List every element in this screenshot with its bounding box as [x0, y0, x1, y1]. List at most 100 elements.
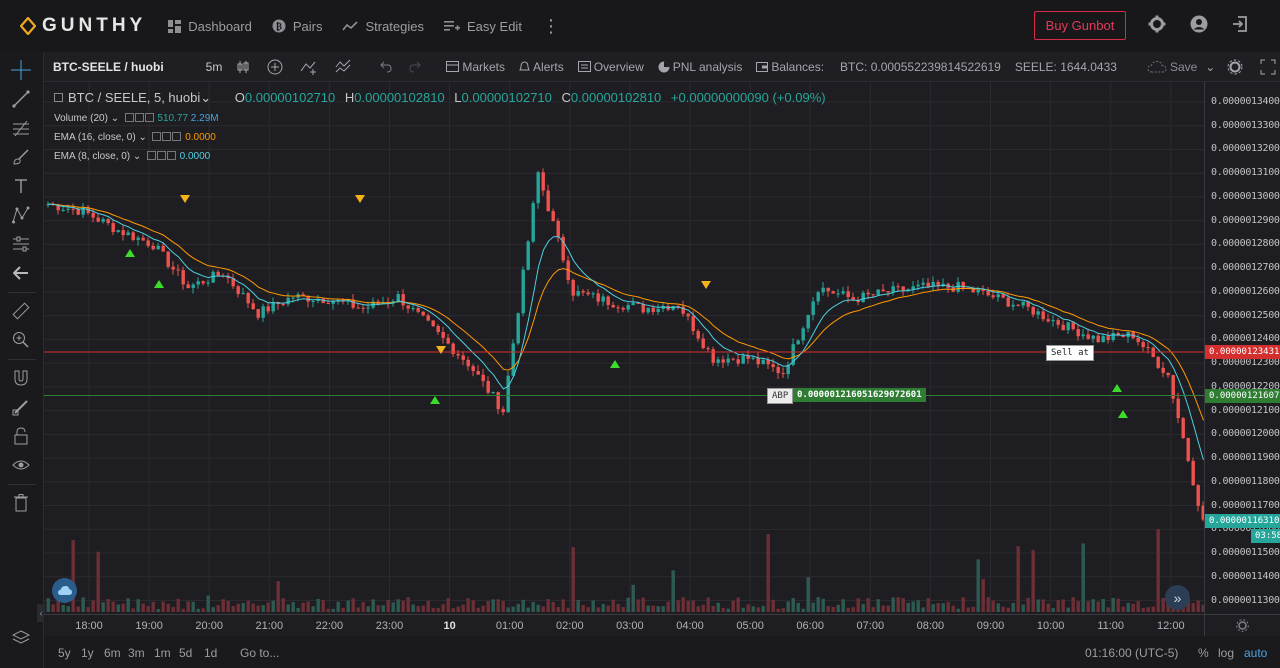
chart-line-icon	[342, 21, 359, 31]
volume-bar	[1116, 598, 1120, 612]
gear-icon	[1236, 619, 1249, 632]
range-1d[interactable]: 1d	[204, 646, 217, 660]
candle-body	[1196, 485, 1200, 506]
candle-body	[626, 305, 630, 310]
stay-drawing-icon[interactable]	[11, 397, 31, 417]
range-5d[interactable]: 5d	[179, 646, 192, 660]
chart-type-icon[interactable]	[236, 60, 253, 74]
nav-dashboard[interactable]: Dashboard	[168, 19, 252, 34]
cloud-sync-button[interactable]	[52, 578, 77, 603]
candlestick-chart[interactable]	[44, 82, 1204, 614]
range-5y[interactable]: 5y	[58, 646, 71, 660]
volume-bar	[946, 601, 950, 612]
pattern-icon[interactable]	[11, 205, 31, 225]
volume-bar	[791, 598, 795, 612]
user-icon[interactable]	[1190, 15, 1208, 33]
candle-body	[671, 305, 675, 310]
layers-icon[interactable]	[11, 628, 31, 648]
overview-button[interactable]: Overview	[577, 60, 644, 74]
magnet-icon[interactable]	[11, 368, 31, 388]
buy-gunbot-button[interactable]: Buy Gunbot	[1034, 11, 1126, 40]
go-to-date-button[interactable]: Go to...	[240, 646, 279, 660]
time-tick-label: 22:00	[315, 620, 344, 632]
candle-body	[521, 269, 525, 314]
range-1y[interactable]: 1y	[81, 646, 94, 660]
candle-body	[926, 282, 930, 287]
more-menu-icon[interactable]: ⋮	[542, 16, 560, 37]
trash-icon[interactable]	[11, 493, 31, 513]
brush-icon[interactable]	[11, 147, 31, 167]
candle-body	[251, 303, 255, 310]
fullscreen-icon[interactable]	[1260, 59, 1279, 75]
scroll-to-realtime-button[interactable]: »	[1165, 585, 1190, 610]
indicator-volume[interactable]: Volume (20) ⌄ 510.77 2.29M	[54, 113, 219, 124]
crosshair-icon[interactable]	[11, 60, 31, 80]
interval-selector[interactable]: 5m	[206, 60, 223, 74]
timezone-clock[interactable]: 01:16:00 (UTC-5)	[1085, 646, 1178, 660]
markets-button[interactable]: Markets	[446, 60, 505, 74]
volume-bar	[191, 601, 195, 612]
prediction-icon[interactable]	[11, 234, 31, 254]
volume-bar	[1066, 607, 1070, 612]
add-indicator-icon[interactable]	[267, 59, 286, 75]
indicator-ema-16[interactable]: EMA (16, close, 0) ⌄ 0.0000	[54, 132, 216, 143]
nav-strategies[interactable]: Strategies	[342, 19, 424, 34]
chart-settings-icon[interactable]	[1227, 59, 1246, 75]
volume-bar	[386, 599, 390, 612]
auto-scale-toggle[interactable]: auto	[1244, 646, 1267, 660]
volume-bar	[121, 603, 125, 612]
candle-body	[991, 295, 995, 298]
candle-body	[471, 366, 475, 372]
range-1m[interactable]: 1m	[154, 646, 171, 660]
volume-bar	[86, 607, 90, 612]
arrow-left-icon[interactable]	[11, 263, 31, 283]
fib-icon[interactable]	[11, 118, 31, 138]
ruler-icon[interactable]	[11, 301, 31, 321]
nav-easy-edit[interactable]: Easy Edit	[444, 19, 522, 34]
axis-settings-button[interactable]	[1204, 614, 1280, 636]
undo-icon[interactable]	[378, 60, 395, 74]
nav-pairs[interactable]: ₿ Pairs	[272, 19, 322, 34]
volume-bar	[751, 606, 755, 612]
save-button[interactable]: Save	[1147, 60, 1197, 74]
indicators-icon[interactable]	[335, 59, 356, 75]
balances-button[interactable]: Balances:	[756, 60, 824, 74]
indicator-ema-8[interactable]: EMA (8, close, 0) ⌄ 0.0000	[54, 151, 210, 162]
volume-bar	[426, 600, 430, 612]
log-toggle[interactable]: log	[1218, 646, 1234, 660]
trend-line-icon[interactable]	[11, 89, 31, 109]
time-axis[interactable]: 18:00 19:00 20:00 21:00 22:00 23:00 10 01:00 02:…	[44, 614, 1204, 636]
gunthy-logo[interactable]: GUNTHY	[20, 15, 146, 37]
price-tick-label: 0.00000118000	[1211, 475, 1280, 487]
redo-icon[interactable]	[409, 60, 426, 74]
text-icon[interactable]	[11, 176, 31, 196]
volume-bar	[511, 606, 515, 612]
chevron-down-icon[interactable]: ⌄	[200, 90, 211, 105]
chevron-down-icon[interactable]: ⌄	[1205, 60, 1215, 74]
logout-icon[interactable]	[1231, 15, 1249, 33]
range-6m[interactable]: 6m	[104, 646, 121, 660]
lock-icon[interactable]	[11, 426, 31, 446]
symbol-search[interactable]: BTC-SEELE / huobi	[53, 60, 164, 74]
price-axis[interactable]: 0.00000134000 0.00000133000 0.00000132000 0…	[1204, 82, 1280, 614]
zoom-in-icon[interactable]	[11, 330, 31, 350]
price-chart[interactable]	[44, 82, 1204, 614]
volume-bar	[691, 600, 695, 612]
alerts-button[interactable]: Alerts	[519, 60, 564, 74]
candle-body	[271, 302, 275, 312]
percent-toggle[interactable]: %	[1198, 646, 1209, 660]
gear-icon[interactable]	[1148, 15, 1166, 33]
candle-body	[976, 289, 980, 293]
volume-bar	[451, 608, 455, 612]
volume-bar	[506, 607, 510, 612]
abp-label: ABP	[767, 388, 794, 404]
candle-body	[246, 293, 250, 304]
compare-icon[interactable]	[300, 59, 321, 75]
pnl-analysis-button[interactable]: PNL analysis	[658, 60, 742, 74]
candle-body	[761, 359, 765, 365]
volume-bar	[166, 603, 170, 612]
range-3m[interactable]: 3m	[128, 646, 145, 660]
eye-icon[interactable]	[11, 455, 31, 475]
volume-bar	[1151, 606, 1155, 612]
collapse-legend-icon[interactable]	[54, 93, 63, 102]
